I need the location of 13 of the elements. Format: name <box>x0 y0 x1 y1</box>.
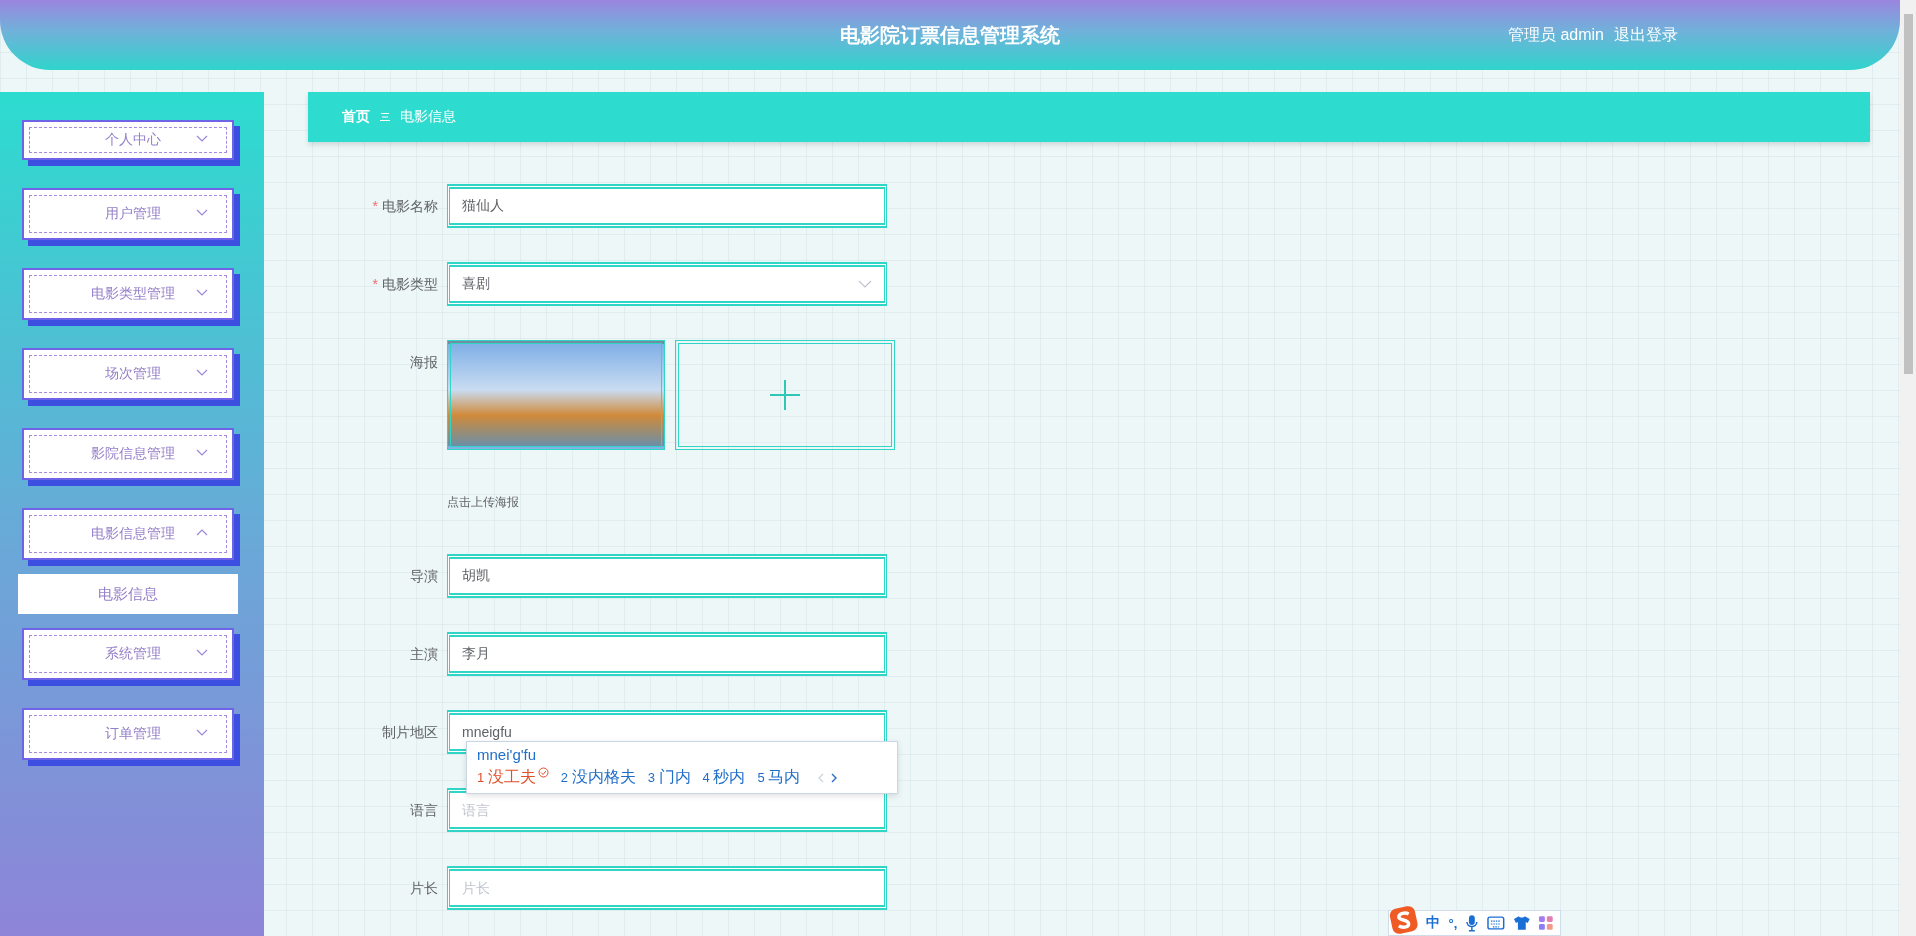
field-label: 导演 <box>410 568 438 584</box>
field-label: 制片地区 <box>382 724 438 740</box>
field-label: 海报 <box>410 354 438 370</box>
field-label: 片长 <box>410 880 438 896</box>
user-label: 管理员 admin <box>1507 25 1604 45</box>
field-label: 主演 <box>410 646 438 662</box>
required-mark: * <box>372 276 378 292</box>
upload-hint: 点击上传海报 <box>447 494 520 510</box>
field-label: 语言 <box>410 802 438 818</box>
field-label: 电影名称 <box>382 198 438 214</box>
app-title: 电影院订票信息管理系统 <box>840 22 1060 48</box>
field-label: 电影类型 <box>382 276 438 292</box>
required-mark: * <box>372 198 378 214</box>
